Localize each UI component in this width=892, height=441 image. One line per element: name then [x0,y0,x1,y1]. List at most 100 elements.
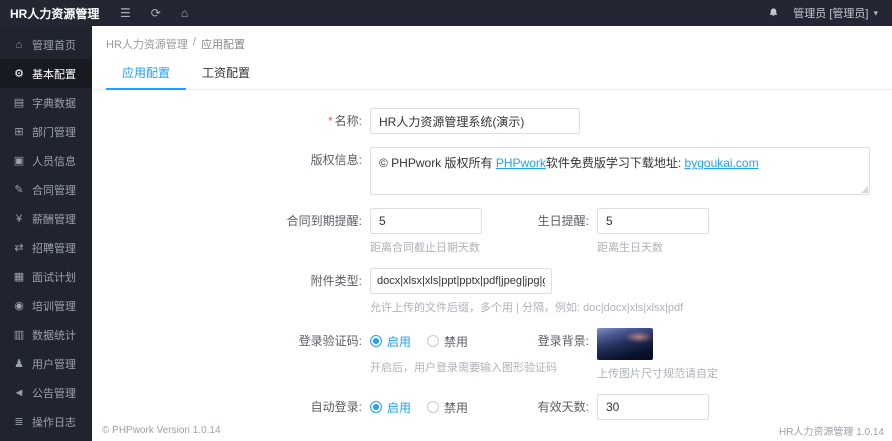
app-title: HR人力资源管理 [10,6,100,21]
radio-disabled-icon[interactable] [427,401,440,413]
home-icon: ⌂ [15,38,23,51]
phpwork-link[interactable]: PHPwork [496,156,546,170]
org-chart-icon: ⊞ [14,126,24,138]
sidebar-item-label: 数据统计 [32,329,76,342]
resize-handle-icon[interactable] [861,186,868,193]
grid-icon: ▦ [13,271,25,283]
sidebar-item-label: 公告管理 [32,387,76,400]
contract-remind-hint: 距离合同截止日期天数 [370,242,480,254]
sidebar-item-recruitment[interactable]: ⇄ 招聘管理 [0,233,92,262]
sidebar-item-label: 管理首页 [32,39,76,52]
radio-disabled-icon[interactable] [427,335,440,347]
sidebar-item-operation-log[interactable]: ≣ 操作日志 [0,407,92,436]
topbar-right: 管理员 [管理员] ▾ [768,5,892,21]
sidebar-item-interview-plan[interactable]: ▦ 面试计划 [0,262,92,291]
breadcrumb: HR人力资源管理 / 应用配置 [92,26,892,52]
sidebar-item-statistics[interactable]: ▥ 数据统计 [0,320,92,349]
sidebar-item-label: 基本配置 [32,68,76,81]
sidebar-item-label: 字典数据 [32,97,76,110]
main-layout: ⌂ 管理首页 ⚙ 基本配置 ▤ 字典数据 ⊞ 部门管理 ▣ 人员信息 ✎ 合同管… [0,26,892,441]
required-asterisk: * [327,114,333,128]
sidebar-item-dict-data[interactable]: ▤ 字典数据 [0,88,92,117]
tab-bar: 应用配置 工资配置 [92,58,892,90]
main-content: HR人力资源管理 / 应用配置 应用配置 工资配置 * 名称: HR人力资源管理… [92,26,892,441]
home-icon[interactable]: ⌂ [181,0,188,26]
field-label-contract-remind: 合同到期提醒: [286,214,362,228]
birthday-remind-input[interactable] [597,208,709,234]
user-icon: ♟ [14,358,24,370]
field-label-attachment: 附件类型: [310,274,362,288]
sidebar-item-home[interactable]: ⌂ 管理首页 [0,30,92,59]
copyright-textarea[interactable]: © PHPwork 版权所有 PHPwork软件免费版学习下载地址: bygou… [370,147,870,195]
config-form: *名称: 版权信息: © PHPwork 版权所有 PHPwork软件免费版学习… [92,90,892,423]
bell-icon[interactable] [768,7,779,19]
breadcrumb-root[interactable]: HR人力资源管理 [106,36,188,52]
sidebar-item-label: 人员信息 [32,155,76,168]
sidebar-item-label: 薪酬管理 [32,213,76,226]
attachment-hint: 允许上传的文件后缀，多个用 | 分隔，例如: doc|docx|xls|xlsx… [370,302,684,314]
copyright-text: © PHPwork 版权所有 [379,156,496,170]
auto-login-disabled-label[interactable]: 禁用 [444,399,468,416]
login-bg-hint: 上传图片尺寸规范请自定 [597,368,718,380]
download-link[interactable]: bygoukai.com [685,156,759,170]
chevron-down-icon: ▾ [873,7,878,18]
sidebar-item-label: 操作日志 [32,416,76,429]
sidebar-item-department[interactable]: ⊞ 部门管理 [0,117,92,146]
log-icon: ≣ [14,416,24,428]
field-label-login-bg: 登录背景: [537,334,589,348]
label-text: 名称: [334,114,362,128]
valid-days-input[interactable] [597,394,709,420]
form-row-auto-login: 自动登录: 启用 禁用 开启，可实现自动登录 有效天数: [92,394,892,423]
app-window: HR人力资源管理 ☰ ⟳ ⌂ 管理员 [管理员] ▾ ⌂ 管理首页 ⚙ 基本配置… [0,0,892,441]
transfer-icon: ⇄ [14,242,24,254]
form-row-attachment: 附件类型: 允许上传的文件后缀，多个用 | 分隔，例如: doc|docx|xl… [92,268,892,315]
radio-enabled-icon[interactable] [370,335,382,347]
birthday-remind-hint: 距离生日天数 [597,242,663,254]
captcha-enabled-label[interactable]: 启用 [387,333,411,350]
tab-app-config[interactable]: 应用配置 [106,58,187,90]
form-row-captcha: 登录验证码: 启用 禁用 开启后，用户登录需要输入图形验证码 登录背景: 上传图… [92,328,892,381]
user-menu[interactable]: 管理员 [管理员] ▾ [793,5,878,21]
sidebar-item-label: 招聘管理 [32,242,76,255]
dictionary-icon: ▤ [13,97,25,109]
id-card-icon: ▣ [13,155,25,167]
field-label-copyright: 版权信息: [310,153,362,167]
refresh-icon[interactable]: ⟳ [151,0,161,26]
sidebar-item-training[interactable]: ◉ 培训管理 [0,291,92,320]
sidebar-item-label: 用户管理 [32,358,76,371]
sidebar-item-basic-config[interactable]: ⚙ 基本配置 [0,59,92,88]
field-label-valid-days: 有效天数: [537,400,589,414]
sidebar-item-personnel[interactable]: ▣ 人员信息 [0,146,92,175]
attachment-types-input[interactable] [370,268,552,294]
sidebar-item-label: 部门管理 [32,126,76,139]
footer-version-right: HR人力资源管理 1.0.14 [778,427,884,438]
captcha-disabled-label[interactable]: 禁用 [444,333,468,350]
gear-icon: ⚙ [14,68,24,80]
breadcrumb-separator: / [192,36,196,48]
tab-salary-config[interactable]: 工资配置 [186,58,266,89]
login-background-image[interactable] [597,328,653,360]
form-row-copyright: 版权信息: © PHPwork 版权所有 PHPwork软件免费版学习下载地址:… [92,147,892,195]
sidebar-item-announcement[interactable]: ◄ 公告管理 [0,378,92,407]
sidebar-item-users[interactable]: ♟ 用户管理 [0,349,92,378]
chart-icon: ▥ [13,329,25,341]
field-label-captcha: 登录验证码: [298,334,362,348]
target-icon: ◉ [14,300,24,312]
copyright-text: 软件免费版学习下载地址: [545,156,685,170]
auto-login-radio-group: 启用 禁用 [370,394,520,420]
menu-toggle-icon[interactable]: ☰ [120,0,131,26]
sidebar-item-salary[interactable]: ¥ 薪酬管理 [0,204,92,233]
sidebar: ⌂ 管理首页 ⚙ 基本配置 ▤ 字典数据 ⊞ 部门管理 ▣ 人员信息 ✎ 合同管… [0,26,92,441]
sidebar-item-contract[interactable]: ✎ 合同管理 [0,175,92,204]
sidebar-item-label: 合同管理 [32,184,76,197]
field-label-auto-login: 自动登录: [310,400,362,414]
contract-remind-input[interactable] [370,208,482,234]
top-bar: HR人力资源管理 ☰ ⟳ ⌂ 管理员 [管理员] ▾ [0,0,892,26]
radio-enabled-icon[interactable] [370,401,382,413]
sidebar-item-label: 面试计划 [32,271,76,284]
form-row-name: * 名称: [92,108,892,134]
name-input[interactable] [370,108,580,134]
admin-name: 管理员 [管理员] [793,8,869,20]
auto-login-enabled-label[interactable]: 启用 [387,399,411,416]
captcha-hint: 开启后，用户登录需要输入图形验证码 [370,362,557,374]
